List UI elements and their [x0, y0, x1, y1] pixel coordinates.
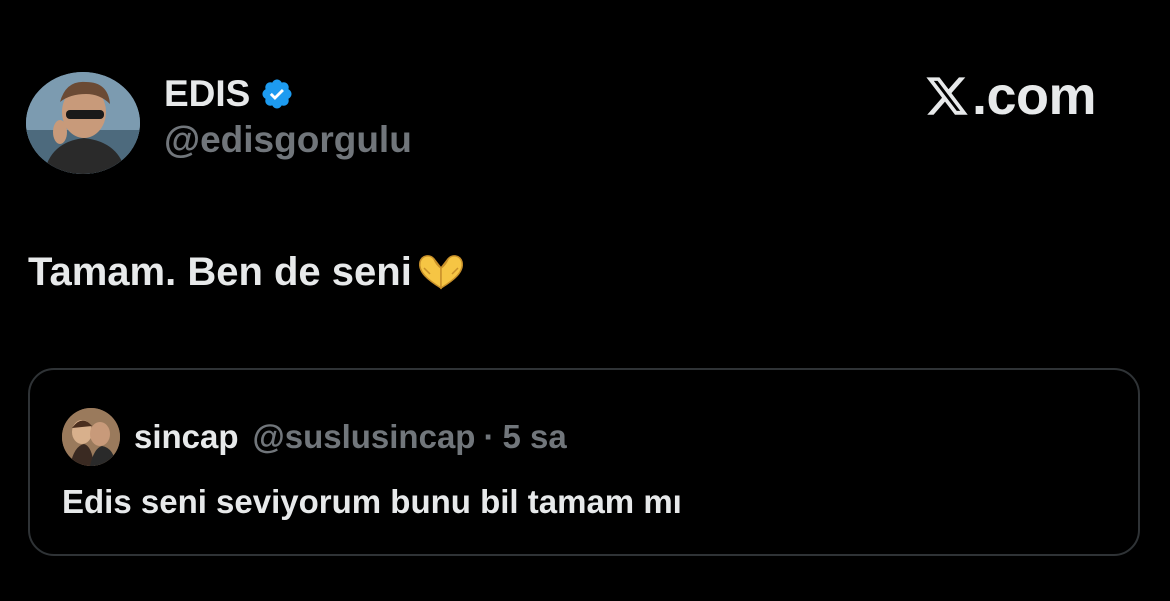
brand-watermark: .com — [924, 66, 1097, 126]
verified-badge-icon — [260, 77, 294, 111]
author-name-row: EDIS — [164, 72, 294, 116]
quoted-tweet-header: sincap @suslusincap · 5 sa — [62, 408, 567, 466]
quoted-tweet-card[interactable]: sincap @suslusincap · 5 sa Edis seni sev… — [28, 368, 1140, 556]
author-handle[interactable]: @edisgorgulu — [164, 118, 412, 162]
x-logo-icon — [924, 73, 970, 119]
quoted-avatar-image — [62, 408, 120, 466]
quoted-tweet-text: Edis seni seviyorum bunu bil tamam mı — [62, 483, 682, 520]
tweet-text: Tamam. Ben de seni — [28, 250, 412, 294]
quoted-handle[interactable]: @suslusincap — [253, 415, 476, 459]
tweet-body: Tamam. Ben de seni — [28, 248, 468, 296]
quoted-display-name[interactable]: sincap — [134, 415, 239, 459]
meta-separator: · — [483, 418, 495, 455]
heart-hands-emoji-icon — [414, 252, 468, 292]
brand-suffix: .com — [972, 66, 1097, 126]
quoted-author-avatar[interactable] — [62, 408, 120, 466]
author-avatar-image — [26, 72, 140, 174]
quoted-timestamp[interactable]: 5 sa — [502, 415, 566, 459]
author-avatar[interactable] — [26, 72, 140, 174]
author-display-name[interactable]: EDIS — [164, 72, 250, 116]
